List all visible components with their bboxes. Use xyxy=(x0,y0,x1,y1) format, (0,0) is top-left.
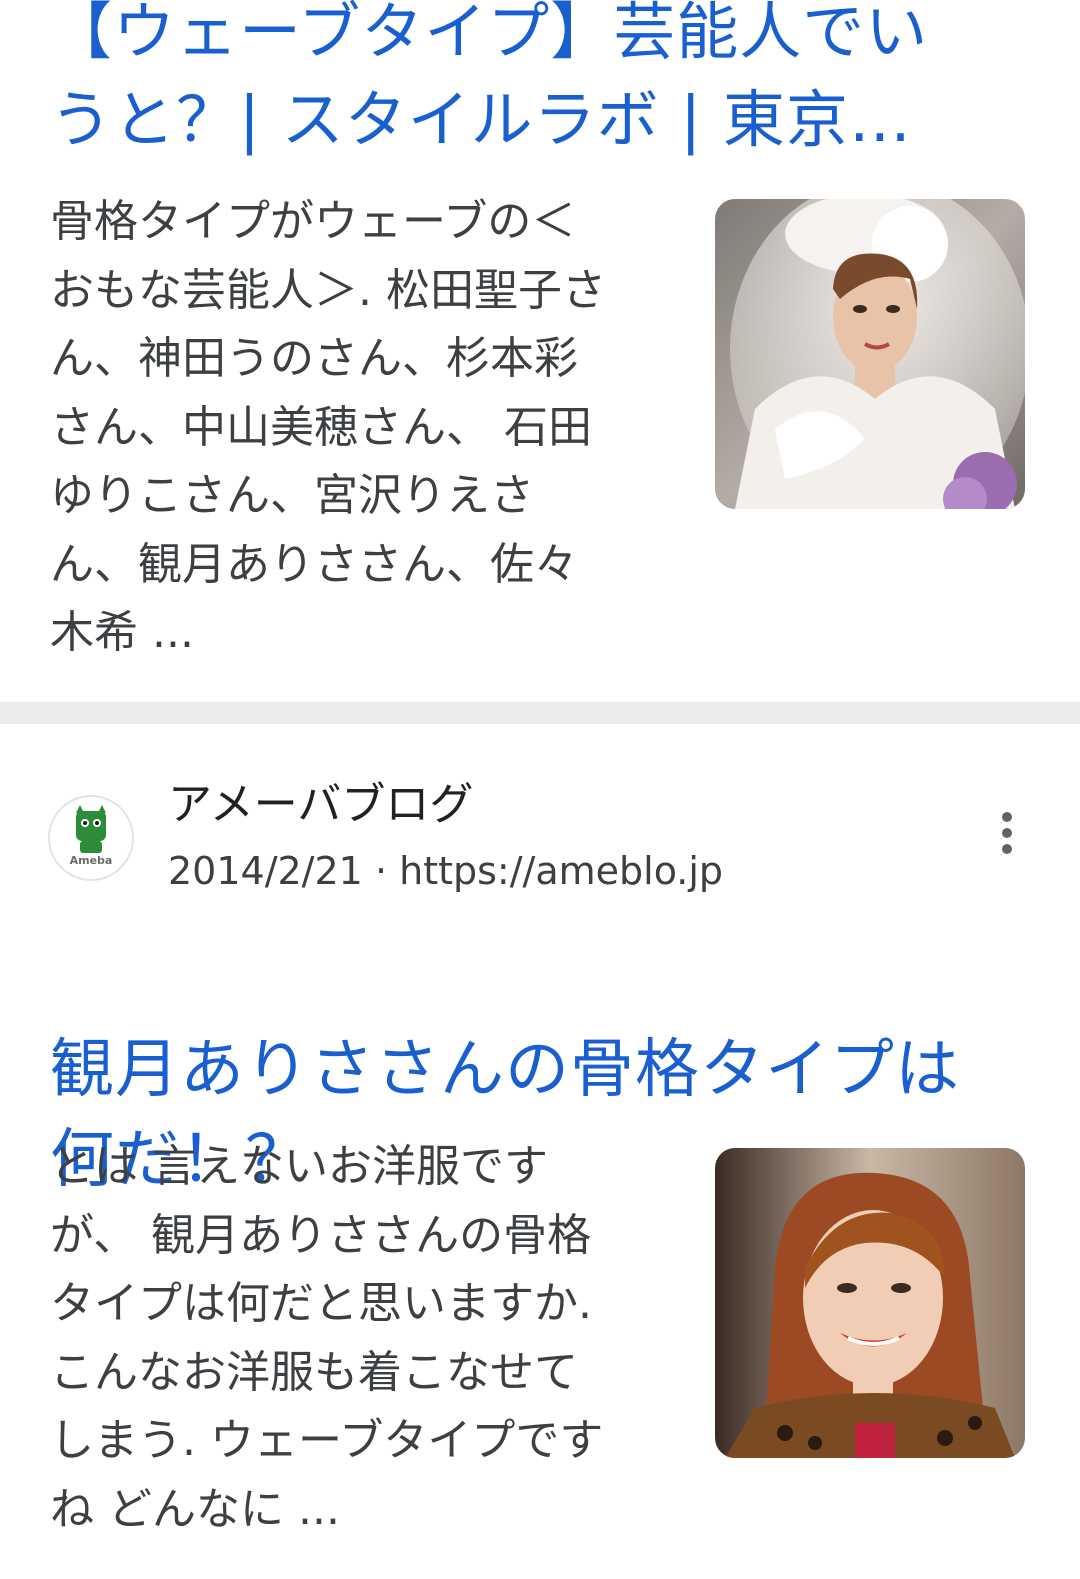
result-1-snippet: 骨格タイプがウェーブの＜ おもな芸能人＞. 松田聖子さ ん、神田うのさん、杉本彩… xyxy=(50,196,606,658)
search-result-2: Ameba アメーバブログ 2014/2/21 · https://ameblo… xyxy=(0,725,1080,1579)
result-1-title-line-2[interactable]: うと？| スタイルラボ | 東京… xyxy=(50,76,1050,164)
result-2-date: 2014/2/21 xyxy=(168,849,363,893)
search-result-1: 【ウェーブタイプ】芸能人でい うと？| スタイルラボ | 東京… 骨格タイプがウ… xyxy=(0,0,1080,705)
bride-photo-image xyxy=(715,199,1025,509)
result-2-thumbnail[interactable] xyxy=(715,1148,1025,1458)
result-2-meta: 2014/2/21 · https://ameblo.jp xyxy=(168,845,723,897)
meta-separator: · xyxy=(374,849,388,893)
results-divider xyxy=(0,702,1080,724)
result-2-site-name[interactable]: アメーバブログ xyxy=(168,775,473,835)
more-vert-dots xyxy=(1002,812,1012,854)
result-1-title-line-1[interactable]: 【ウェーブタイプ】芸能人でい xyxy=(50,0,1050,76)
result-2-snippet: とは 言えないお洋服です が、 観月ありささんの骨格 タイプは何だと思いますか.… xyxy=(50,1141,604,1535)
result-2-url[interactable]: https://ameblo.jp xyxy=(399,849,723,893)
result-1-thumbnail[interactable] xyxy=(715,199,1025,509)
ameba-favicon-icon[interactable]: Ameba xyxy=(48,795,134,881)
portrait-photo-image xyxy=(715,1148,1025,1458)
favicon-text: Ameba xyxy=(69,854,113,867)
more-vert-icon[interactable] xyxy=(985,805,1029,865)
result-1-title-link[interactable]: 【ウェーブタイプ】芸能人でい うと？| スタイルラボ | 東京… xyxy=(50,0,1050,164)
